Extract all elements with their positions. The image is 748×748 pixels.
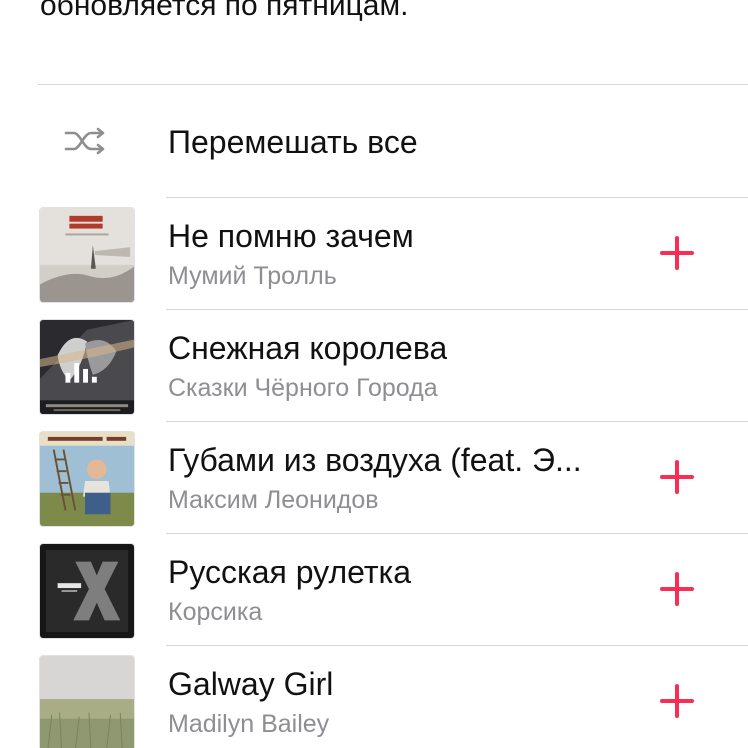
album-artwork [39, 207, 135, 303]
add-icon[interactable] [660, 684, 694, 718]
shuffle-icon [64, 127, 110, 155]
playlist-description: обновляется по пятницам. [40, 0, 409, 22]
track-title: Galway Girl [168, 666, 334, 702]
track-artist: Madilyn Bailey [168, 710, 330, 738]
track-artist: Максим Леонидов [168, 486, 379, 514]
shuffle-all-button[interactable]: Перемешать все [0, 85, 748, 197]
album-artwork [39, 319, 135, 415]
track-artist: Мумий Тролль [168, 262, 337, 290]
track-title: Не помню зачем [168, 218, 414, 254]
album-artwork [39, 543, 135, 639]
track-row[interactable]: Губами из воздуха (feat. Э... Максим Лео… [0, 421, 748, 533]
track-row[interactable]: Русская рулетка Корсика [0, 533, 748, 645]
track-row[interactable]: Снежная королева Сказки Чёрного Города [0, 309, 748, 421]
track-title: Губами из воздуха (feat. Э... [168, 442, 582, 478]
shuffle-all-label: Перемешать все [168, 124, 418, 160]
add-icon[interactable] [660, 572, 694, 606]
track-row[interactable]: Не помню зачем Мумий Тролль [0, 197, 748, 309]
track-row[interactable]: Galway Girl Madilyn Bailey [0, 645, 748, 748]
add-icon[interactable] [660, 460, 694, 494]
album-artwork [39, 431, 135, 527]
track-title: Русская рулетка [168, 554, 411, 590]
track-artist: Сказки Чёрного Города [168, 374, 438, 402]
add-icon[interactable] [660, 236, 694, 270]
album-artwork [39, 655, 135, 748]
track-title: Снежная королева [168, 330, 448, 366]
playlist-screen: обновляется по пятницам. Перемешать все [0, 0, 748, 748]
track-artist: Корсика [168, 598, 263, 626]
